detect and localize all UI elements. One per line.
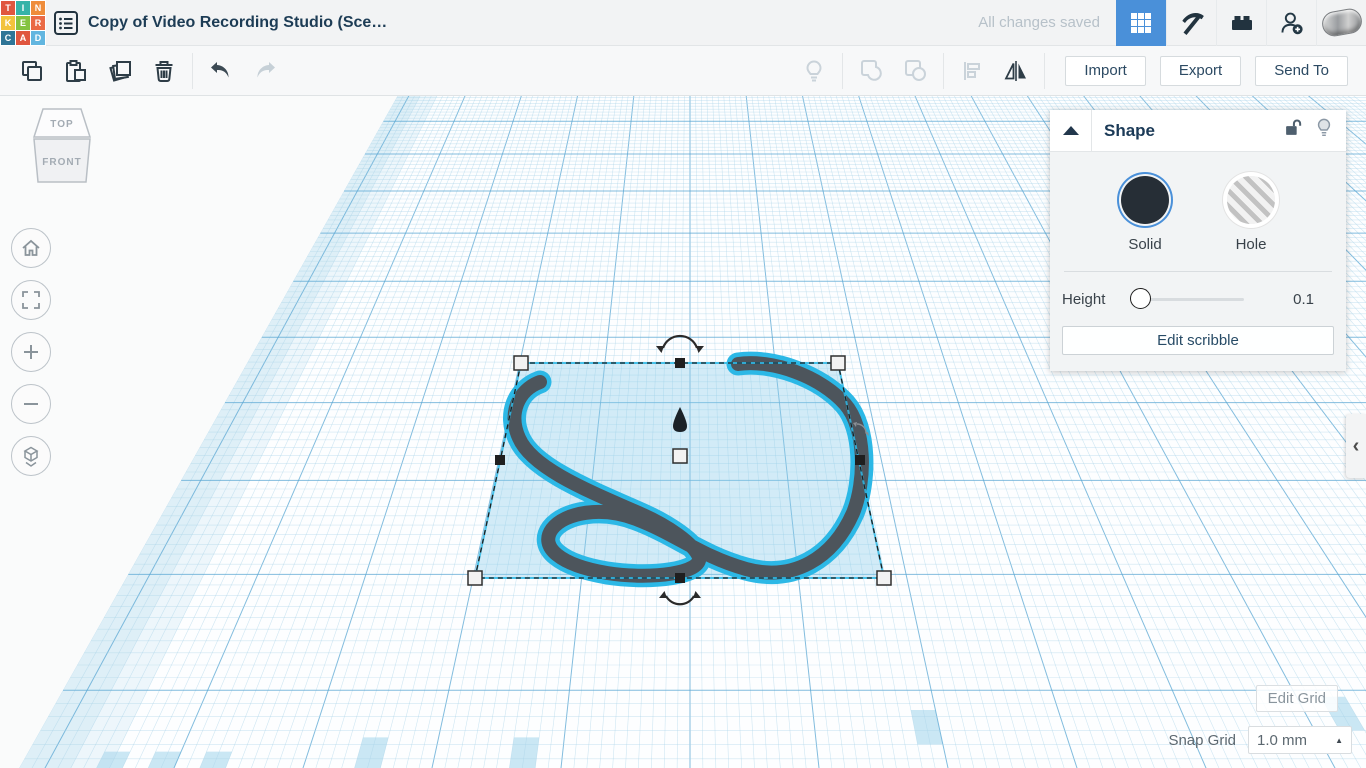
shape-panel-header: Shape	[1050, 109, 1346, 152]
solid-swatch[interactable]	[1121, 176, 1169, 224]
group-icon[interactable]	[849, 51, 893, 91]
logo-cell: R	[31, 15, 45, 30]
caret-up-icon: ▲	[1335, 735, 1343, 745]
height-value: 0.1	[1293, 290, 1314, 308]
show-all-icon[interactable]	[792, 51, 836, 91]
home-view-icon[interactable]	[11, 228, 51, 268]
logo-cell: E	[16, 15, 30, 30]
avatar-ingot[interactable]	[1316, 0, 1366, 46]
align-icon[interactable]	[950, 51, 994, 91]
redo-icon[interactable]	[243, 51, 287, 91]
brick-icon[interactable]	[1216, 0, 1266, 46]
edit-toolbar: Import Export Send To	[0, 46, 1366, 96]
edit-scribble-button[interactable]: Edit scribble	[1062, 326, 1334, 355]
duplicate-icon[interactable]	[98, 51, 142, 91]
blocks-grid-icon[interactable]	[1116, 0, 1166, 46]
logo-cell: A	[16, 30, 30, 45]
hole-swatch[interactable]	[1227, 176, 1275, 224]
paste-icon[interactable]	[54, 51, 98, 91]
solid-label: Solid	[1128, 236, 1162, 253]
toolbar-separator	[192, 52, 193, 89]
avatar	[1319, 6, 1364, 39]
fit-view-icon[interactable]	[11, 280, 51, 320]
edit-grid-button[interactable]: Edit Grid	[1255, 685, 1338, 712]
view-cube[interactable]: TOP FRONT	[22, 106, 102, 198]
delete-icon[interactable]	[142, 51, 186, 91]
zoom-in-icon[interactable]	[11, 332, 51, 372]
tinkercad-app: T I N K E R C A D Copy of Video Recordin…	[0, 0, 1366, 768]
toolbar-separator	[1044, 52, 1046, 89]
mirror-icon[interactable]	[994, 51, 1038, 91]
shape-panel-body: Solid Hole Height 0.1 Edit scribble	[1050, 152, 1346, 371]
rotate-handle-top[interactable]	[656, 334, 704, 353]
height-label: Height	[1062, 290, 1106, 308]
save-status: All changes saved	[978, 14, 1100, 31]
top-header: T I N K E R C A D Copy of Video Recordin…	[0, 0, 1366, 46]
logo-cell: N	[31, 0, 45, 15]
add-person-icon[interactable]	[1266, 0, 1316, 46]
tinkercad-logo[interactable]: T I N K E R C A D	[0, 0, 46, 46]
toolbar-separator	[842, 52, 844, 89]
view-cube-top-label: TOP	[50, 119, 73, 130]
selected-scribble[interactable]	[467, 334, 892, 606]
panel-divider	[1064, 271, 1332, 272]
height-slider[interactable]	[1130, 288, 1244, 310]
logo-cell: K	[1, 15, 15, 30]
toolbar-separator	[943, 52, 945, 89]
send-to-button[interactable]: Send To	[1255, 55, 1348, 86]
bulb-icon[interactable]	[1314, 117, 1334, 144]
undo-icon[interactable]	[199, 51, 243, 91]
panel-title: Shape	[1104, 120, 1156, 140]
logo-cell: D	[31, 30, 45, 45]
perspective-toggle-icon[interactable]	[11, 436, 51, 476]
logo-cell: I	[16, 0, 30, 15]
view-cube-front-label: FRONT	[42, 157, 81, 168]
pickaxe-icon[interactable]	[1166, 0, 1216, 46]
rotate-handle-bottom[interactable]	[659, 591, 701, 606]
logo-cell: T	[1, 0, 15, 15]
design-menu-icon[interactable]	[46, 0, 86, 46]
solid-option[interactable]: Solid	[1121, 172, 1169, 253]
ungroup-icon[interactable]	[893, 51, 937, 91]
shape-inspector-panel: Shape Solid Hole Height 0.1 Edit scribbl…	[1050, 109, 1346, 371]
logo-cell: C	[1, 30, 15, 45]
workplane-canvas[interactable]: TOP FRONT Shape Solid Hole Height 0.1 Ed…	[0, 96, 1366, 768]
hole-option[interactable]: Hole	[1227, 172, 1275, 253]
import-button[interactable]: Import	[1065, 55, 1146, 86]
collapse-sidebar-tab[interactable]: ‹	[1346, 414, 1366, 478]
export-button[interactable]: Export	[1159, 55, 1242, 86]
zoom-out-icon[interactable]	[11, 384, 51, 424]
unlock-icon[interactable]	[1282, 117, 1304, 144]
slider-knob[interactable]	[1130, 288, 1151, 309]
hole-label: Hole	[1235, 236, 1267, 253]
snap-grid-select[interactable]: 1.0 mm ▲	[1248, 726, 1352, 754]
document-title[interactable]: Copy of Video Recording Studio (Sce…	[88, 14, 387, 32]
snap-grid-label: Snap Grid	[1168, 731, 1236, 749]
collapse-triangle-icon[interactable]	[1050, 109, 1092, 152]
snap-grid-control: Snap Grid 1.0 mm ▲	[1168, 726, 1352, 754]
snap-grid-value: 1.0 mm	[1257, 731, 1308, 749]
copy-icon[interactable]	[10, 51, 54, 91]
